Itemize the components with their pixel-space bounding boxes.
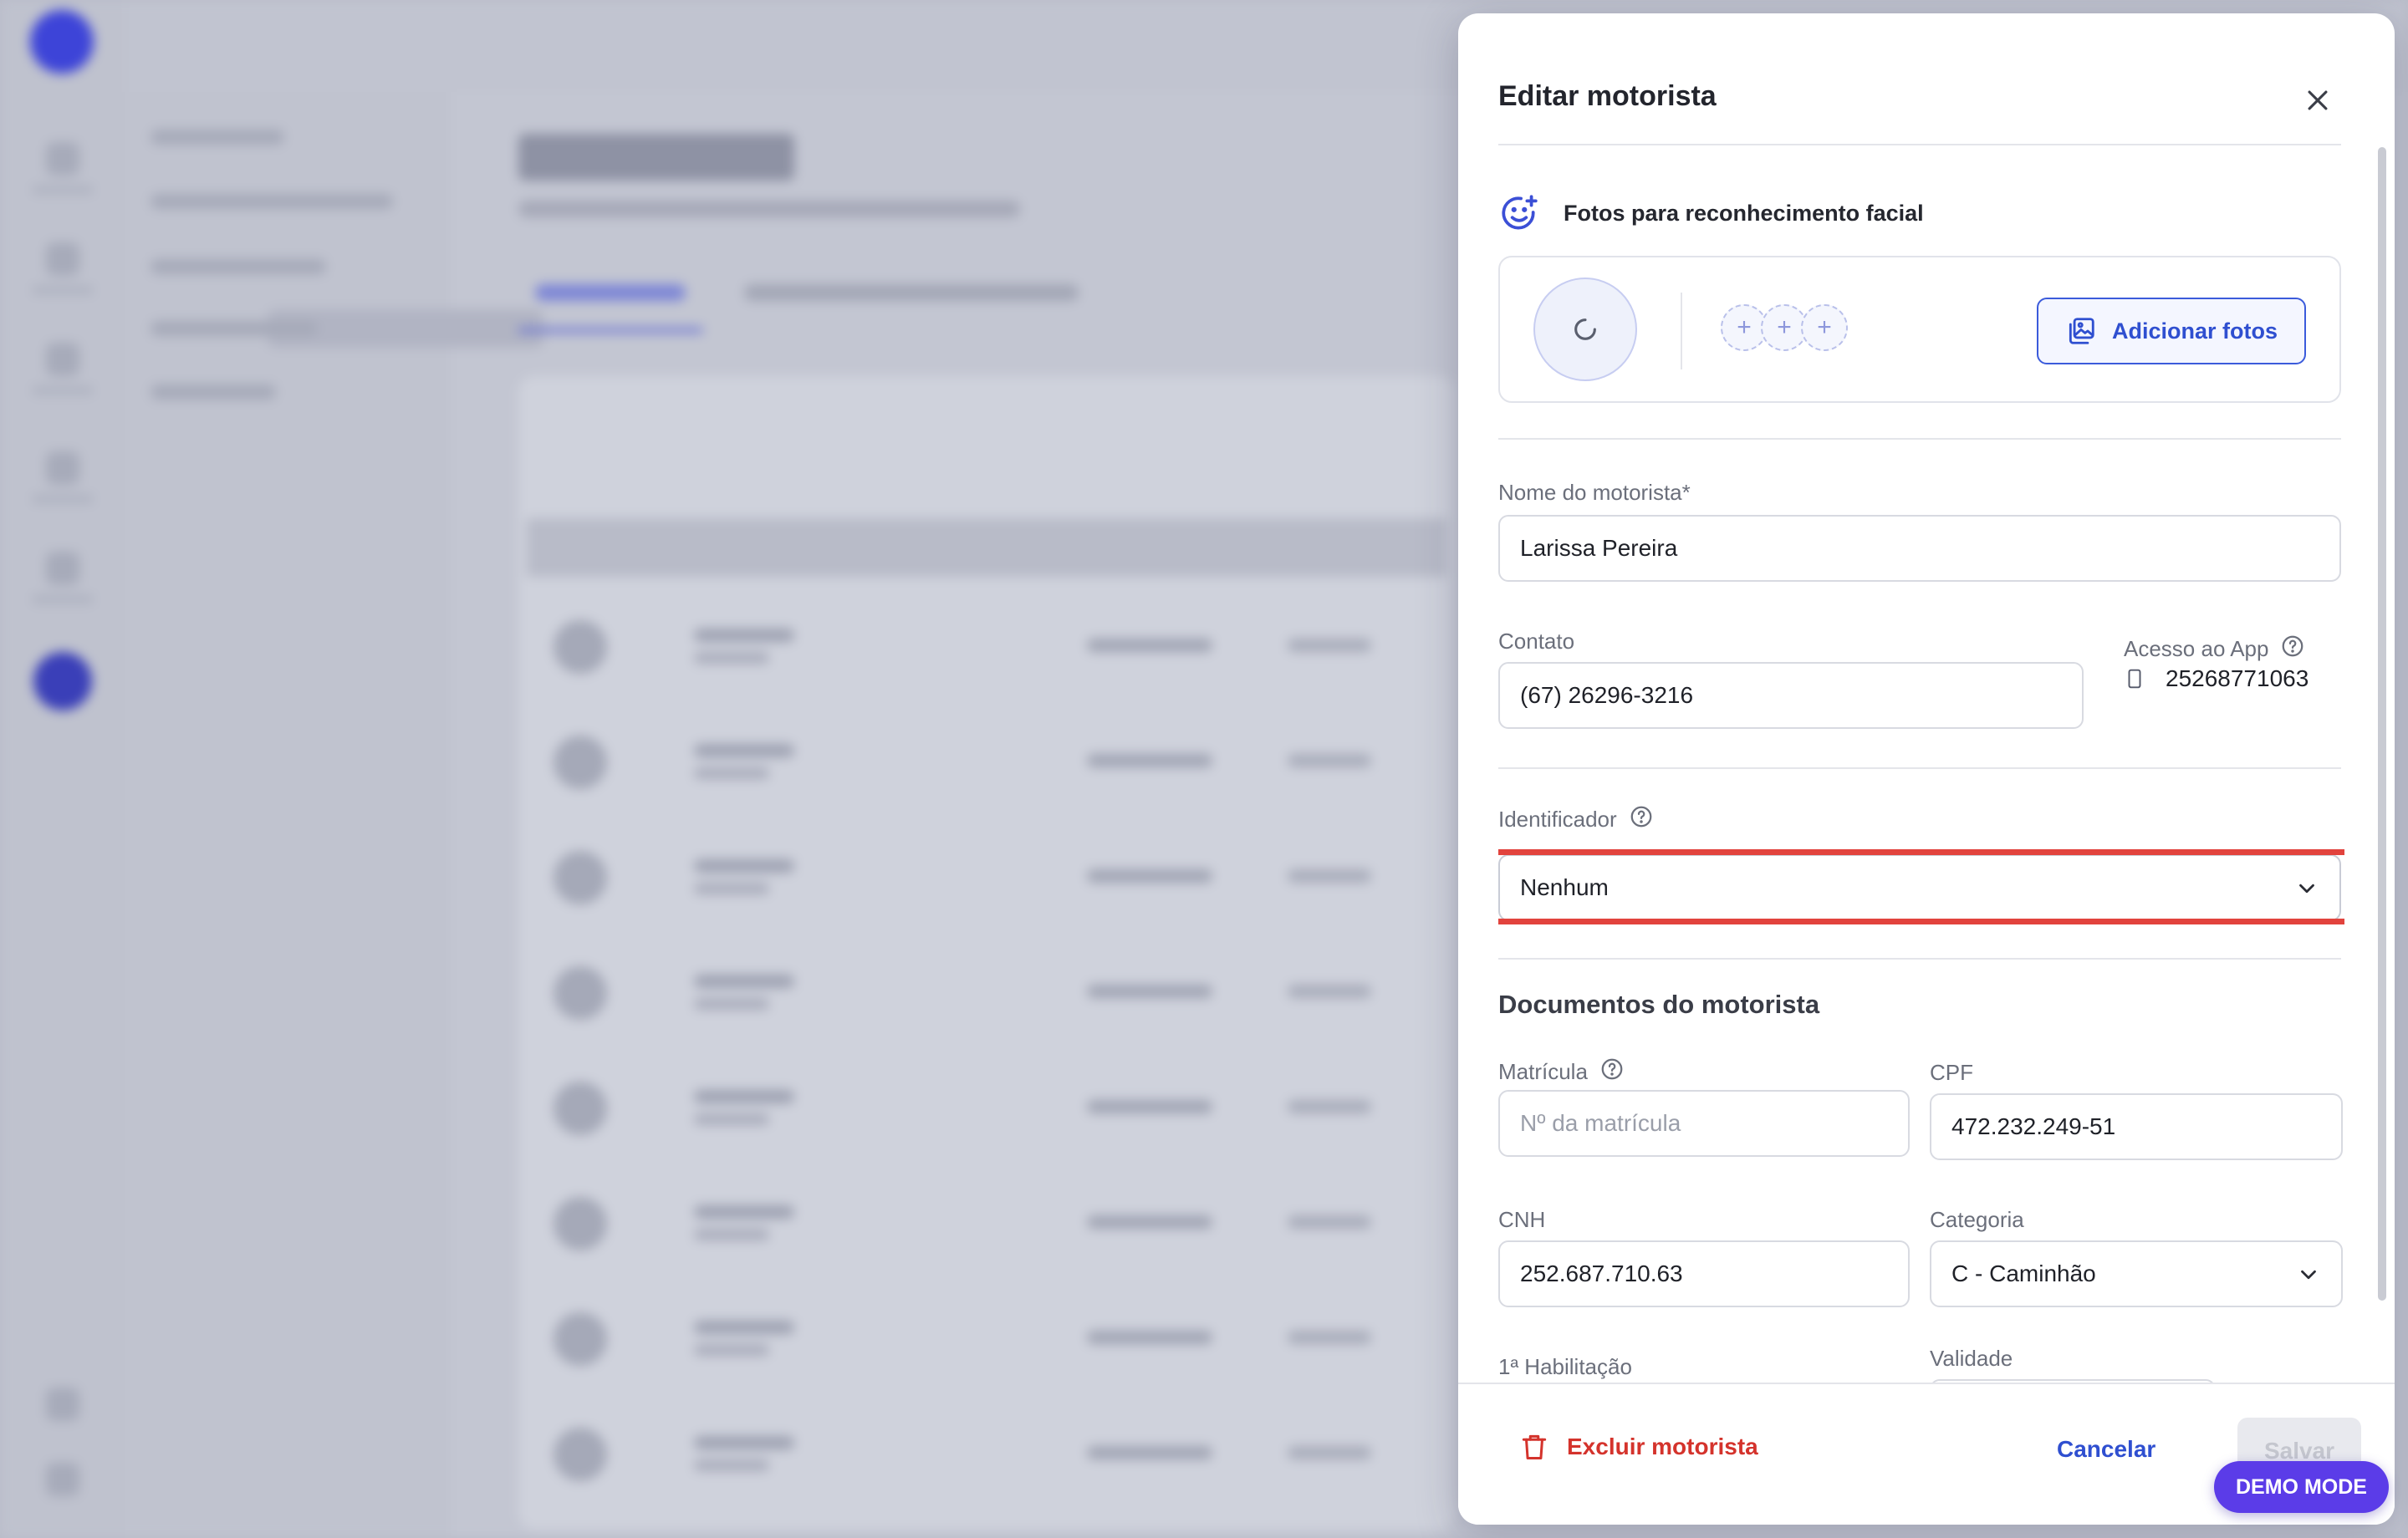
registration-input[interactable]: Nº da matrícula [1498, 1090, 1910, 1157]
bg-rail-icon [46, 451, 79, 485]
facial-photos-header: Fotos para reconhecimento facial [1498, 192, 1924, 234]
photo-slots: + + + [1721, 304, 1848, 351]
photo-divider [1681, 293, 1682, 369]
trash-icon [1522, 1434, 1547, 1459]
cpf-input[interactable]: 472.232.249-51 [1930, 1093, 2343, 1160]
chevron-down-icon [2301, 1270, 2316, 1280]
bg-rail-caption [32, 495, 94, 503]
bg-sub-item [150, 130, 284, 145]
category-label: Categoria [1930, 1207, 2024, 1232]
bg-sub-nav [125, 0, 543, 1538]
bg-sub-item [150, 384, 276, 400]
image-gallery-icon [2069, 318, 2094, 344]
bg-rail-icon [46, 1463, 79, 1496]
documents-title: Documentos do motorista [1498, 990, 1820, 1019]
driver-name-input[interactable]: Larissa Pereira [1498, 515, 2341, 582]
bg-sub-item [150, 194, 393, 209]
bg-tab [535, 284, 686, 301]
facial-photos-title: Fotos para reconhecimento facial [1564, 200, 1924, 226]
modal-body: Fotos para reconhecimento facial + + + A… [1498, 144, 2344, 1398]
cnh-label: CNH [1498, 1207, 1546, 1232]
registration-label: Matrícula [1498, 1057, 1625, 1087]
bg-rail-icon [46, 242, 79, 276]
loading-spinner-icon [1574, 318, 1596, 340]
bg-tab [744, 284, 1079, 301]
contact-label: Contato [1498, 629, 1575, 654]
add-photos-label: Adicionar fotos [2111, 318, 2278, 344]
bg-table-row [535, 1187, 1446, 1262]
chevron-down-icon [2299, 884, 2314, 894]
add-photos-button[interactable]: Adicionar fotos [2036, 298, 2306, 364]
bg-table-row [535, 1302, 1446, 1378]
bg-table-head [527, 518, 1446, 577]
bg-table-row [535, 726, 1446, 801]
bg-rail-active [33, 652, 92, 710]
identifier-selected: Nenhum [1520, 874, 1609, 900]
identifier-select[interactable]: Nenhum [1498, 854, 2341, 921]
bg-table-row [535, 1418, 1446, 1493]
divider [1498, 767, 2341, 769]
bg-sub-item [150, 259, 326, 274]
bg-rail-icon [46, 142, 79, 176]
modal-scrollbar[interactable] [2378, 147, 2386, 1301]
identifier-help[interactable] [1629, 804, 1654, 835]
category-selected: C - Caminhão [1951, 1260, 2096, 1286]
contact-input[interactable]: (67) 26296-3216 [1498, 662, 2084, 729]
add-photo-slot[interactable]: + [1801, 304, 1848, 351]
bg-table-row [535, 1072, 1446, 1147]
close-icon [2308, 90, 2328, 110]
edit-driver-modal: Editar motorista Fotos para reconhecimen… [1458, 13, 2395, 1525]
bg-rail-caption [32, 186, 94, 194]
cancel-button[interactable]: Cancelar [2057, 1436, 2155, 1463]
app-access-number: 25268771063 [2166, 665, 2309, 691]
close-button[interactable] [2294, 77, 2341, 124]
bg-logo [30, 10, 94, 74]
face-scan-icon [1502, 195, 1538, 230]
identifier-label: Identificador [1498, 804, 1654, 835]
registration-help[interactable] [1599, 1057, 1625, 1087]
app-access-help[interactable] [2280, 634, 2305, 665]
cpf-label: CPF [1930, 1060, 1973, 1085]
bg-table-row [535, 610, 1446, 685]
facial-photos-card: + + + Adicionar fotos [1498, 256, 2341, 403]
driver-photo-avatar[interactable] [1533, 278, 1637, 381]
bg-tab-indicator [518, 328, 702, 333]
first-license-label: 1ª Habilitação [1498, 1354, 1632, 1379]
bg-rail-icon [46, 1388, 79, 1421]
divider [1498, 958, 2341, 960]
bg-rail-icon [46, 552, 79, 585]
bg-rail-caption [32, 286, 94, 294]
smartphone-icon [2128, 669, 2141, 689]
bg-nav-rail [0, 0, 125, 1538]
bg-page-subtitle [518, 201, 1020, 217]
divider [1498, 438, 2341, 440]
cnh-input[interactable]: 252.687.710.63 [1498, 1240, 1910, 1307]
modal-title: Editar motorista [1498, 80, 1717, 112]
validity-label: Validade [1930, 1346, 2013, 1371]
bg-rail-icon [46, 343, 79, 376]
demo-mode-badge: DEMO MODE [2214, 1461, 2389, 1513]
app-access-label: Acesso ao App [2124, 634, 2305, 665]
bg-table-row [535, 956, 1446, 1031]
bg-rail-caption [32, 595, 94, 603]
driver-name-label: Nome do motorista* [1498, 480, 1691, 505]
app-access-value: 25268771063 [2124, 665, 2309, 692]
category-select[interactable]: C - Caminhão [1930, 1240, 2343, 1307]
bg-rail-caption [32, 386, 94, 395]
help-circle-icon [1601, 1058, 1623, 1080]
modal-header: Editar motorista [1498, 53, 2341, 145]
delete-driver-button[interactable]: Excluir motorista [1518, 1431, 1758, 1463]
bg-sub-item [150, 321, 318, 336]
bg-page-title [518, 134, 794, 181]
help-circle-icon [1630, 806, 1652, 828]
help-circle-icon [2283, 635, 2303, 657]
delete-driver-label: Excluir motorista [1567, 1434, 1758, 1459]
bg-table-row [535, 841, 1446, 916]
